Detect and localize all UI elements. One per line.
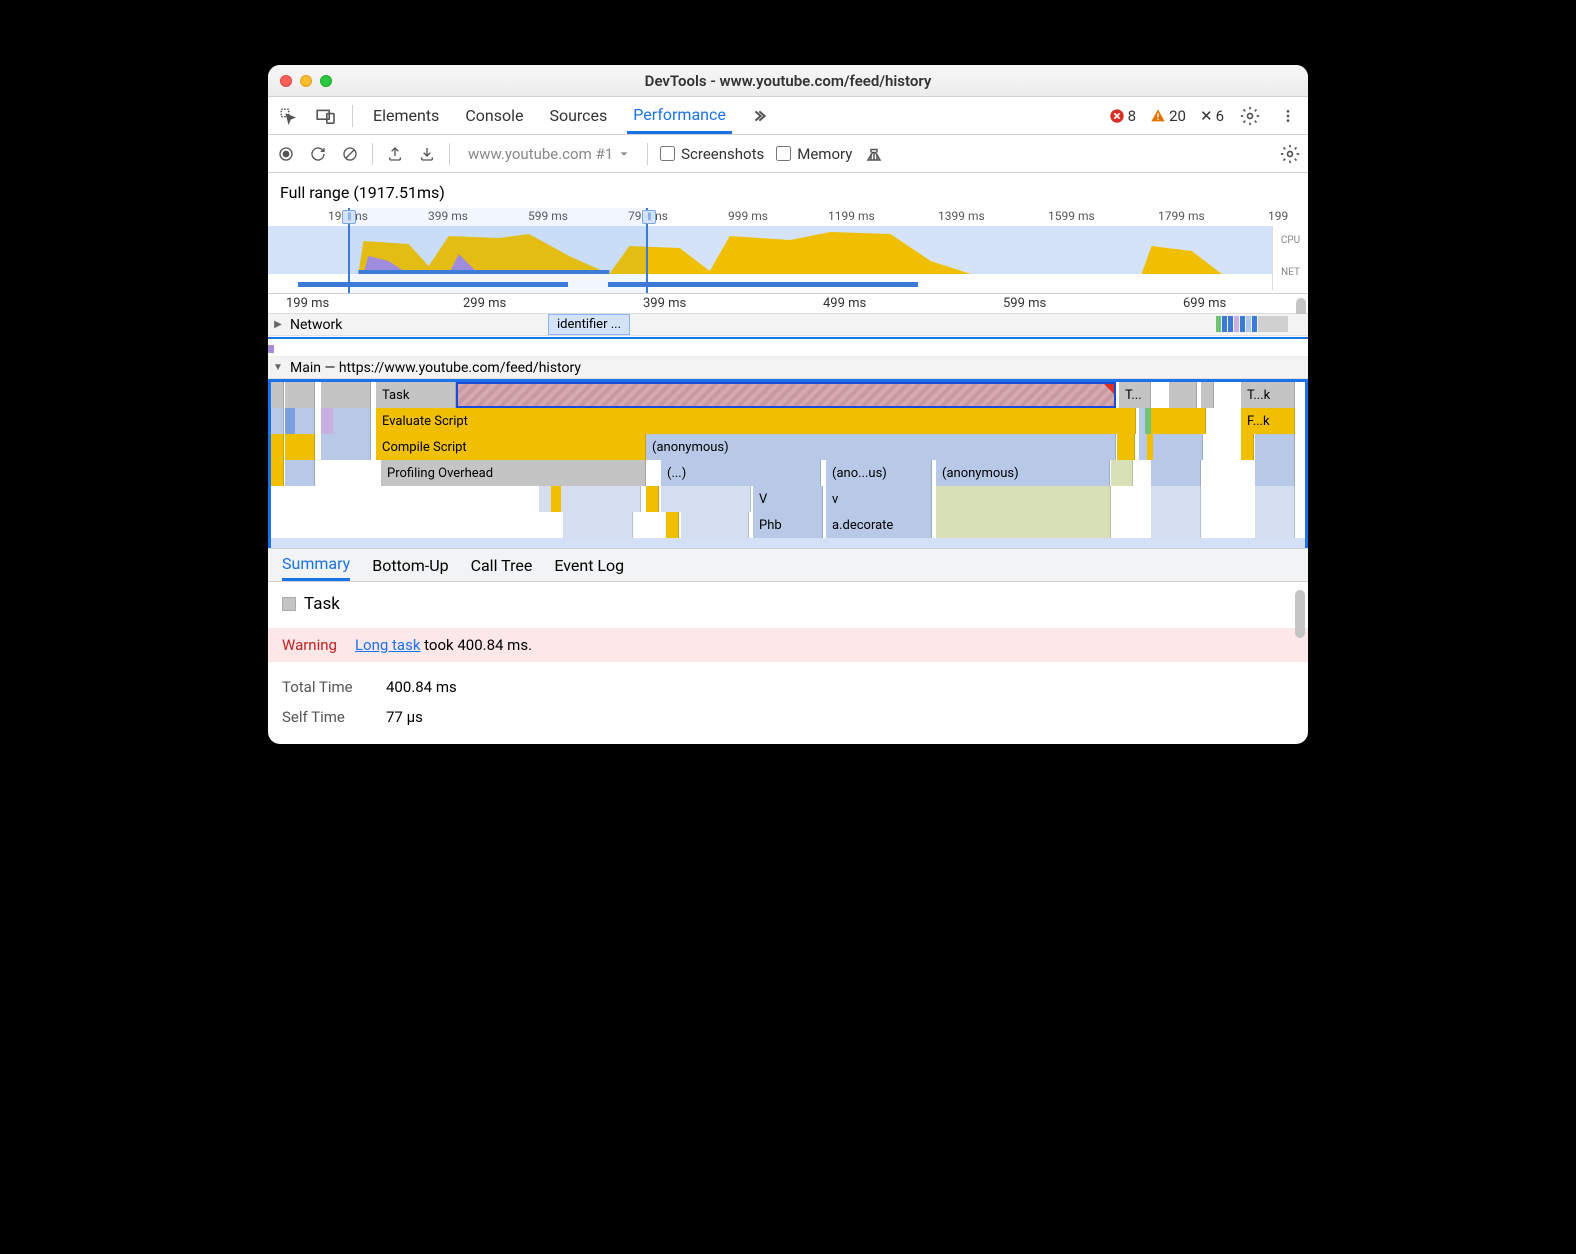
issues-counter[interactable]: ✕ 6: [1200, 107, 1224, 125]
devtools-window: DevTools - www.youtube.com/feed/history …: [268, 65, 1308, 744]
inspect-icon[interactable]: [276, 104, 300, 128]
collapse-arrow-icon[interactable]: ▼: [272, 362, 284, 373]
viewport-handle-right[interactable]: ||: [642, 210, 656, 224]
summary-task-label: Task: [304, 594, 340, 614]
main-track-header[interactable]: ▼ Main — https://www.youtube.com/feed/hi…: [268, 357, 1308, 379]
upload-profile-button[interactable]: [385, 144, 405, 164]
expand-arrow-icon[interactable]: ▶: [272, 319, 284, 330]
flame-evaluate-script[interactable]: Evaluate Script: [376, 408, 1136, 434]
clear-button[interactable]: [340, 144, 360, 164]
close-window-button[interactable]: [280, 75, 292, 87]
tab-summary[interactable]: Summary: [282, 549, 350, 581]
traffic-lights: [280, 75, 332, 87]
range-label: Full range (1917.51ms): [268, 173, 1308, 208]
memory-checkbox[interactable]: Memory: [776, 145, 852, 163]
tab-performance[interactable]: Performance: [627, 97, 732, 134]
cpu-graph: [268, 226, 1272, 274]
network-bars: [1216, 316, 1288, 332]
summary-scrollbar[interactable]: [1295, 590, 1305, 638]
window-title: DevTools - www.youtube.com/feed/history: [268, 72, 1308, 90]
screenshots-checkbox[interactable]: Screenshots: [660, 145, 764, 163]
issues-flag-icon: ✕: [1200, 107, 1213, 125]
flame-anonymous[interactable]: (anonymous): [646, 434, 1116, 460]
tab-console[interactable]: Console: [459, 97, 529, 134]
summary-panel: Task Warning Long task took 400.84 ms. T…: [268, 582, 1308, 744]
overview-side-labels: CPU NET: [1272, 226, 1308, 290]
total-time-row: Total Time 400.84 ms: [282, 672, 1294, 702]
tab-bottom-up[interactable]: Bottom-Up: [372, 549, 448, 581]
reload-record-button[interactable]: [308, 144, 328, 164]
flame-task[interactable]: Task: [376, 382, 456, 408]
network-identifier[interactable]: identifier ...: [548, 314, 630, 335]
capture-settings-icon[interactable]: [1280, 144, 1300, 164]
flame-profiling-overhead[interactable]: Profiling Overhead: [381, 460, 646, 486]
task-color-swatch: [282, 597, 296, 611]
more-tabs-icon[interactable]: [746, 104, 770, 128]
panel-tabs: Elements Console Sources Performance 8 2…: [268, 97, 1308, 135]
selected-task-bar[interactable]: [456, 382, 1116, 408]
error-counter[interactable]: 8: [1109, 107, 1136, 125]
memory-input[interactable]: [776, 146, 791, 161]
device-toggle-icon[interactable]: [314, 104, 338, 128]
tab-sources[interactable]: Sources: [543, 97, 613, 134]
tab-event-log[interactable]: Event Log: [554, 549, 624, 581]
performance-toolbar: www.youtube.com #1 Screenshots Memory: [268, 135, 1308, 173]
minimize-window-button[interactable]: [300, 75, 312, 87]
network-track[interactable]: ▶ Network identifier ...: [268, 314, 1308, 336]
warning-row: Warning Long task took 400.84 ms.: [268, 628, 1308, 662]
settings-icon[interactable]: [1238, 104, 1262, 128]
titlebar: DevTools - www.youtube.com/feed/history: [268, 65, 1308, 97]
recording-selector[interactable]: www.youtube.com #1: [462, 143, 635, 165]
garbage-collect-button[interactable]: [864, 144, 884, 164]
overview-pane[interactable]: 199 ms 399 ms 599 ms 799 ms 999 ms 1199 …: [268, 208, 1308, 294]
record-button[interactable]: [276, 144, 296, 164]
warning-label: Warning: [282, 636, 337, 654]
self-time-row: Self Time 77 µs: [282, 702, 1294, 732]
screenshots-input[interactable]: [660, 146, 675, 161]
tab-call-tree[interactable]: Call Tree: [471, 549, 533, 581]
flame-compile-script[interactable]: Compile Script: [376, 434, 646, 460]
flame-chart[interactable]: Task T... T...k Evaluate Script F...k: [268, 379, 1308, 548]
tab-elements[interactable]: Elements: [367, 97, 445, 134]
warning-counter[interactable]: 20: [1150, 107, 1186, 125]
download-profile-button[interactable]: [417, 144, 437, 164]
overview-ruler: 199 ms 399 ms 599 ms 799 ms 999 ms 1199 …: [268, 208, 1308, 226]
kebab-menu-icon[interactable]: [1276, 104, 1300, 128]
zoom-window-button[interactable]: [320, 75, 332, 87]
detail-ruler: 199 ms 299 ms 399 ms 499 ms 599 ms 699 m…: [268, 294, 1308, 314]
detail-tabs: Summary Bottom-Up Call Tree Event Log: [268, 548, 1308, 582]
viewport-handle-left[interactable]: ||: [342, 210, 356, 224]
long-task-link[interactable]: Long task: [355, 636, 420, 654]
